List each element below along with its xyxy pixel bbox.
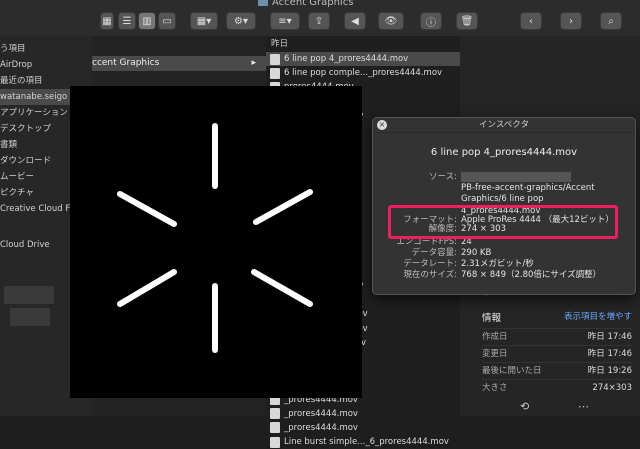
view-icons-button[interactable]: ▦ bbox=[100, 12, 114, 30]
share-icon: ⇪ bbox=[314, 15, 324, 27]
info-icon: ⓘ bbox=[426, 17, 436, 29]
inspector-titlebar: × インスペクタ bbox=[373, 118, 635, 133]
blurred-area bbox=[4, 286, 54, 304]
info-button[interactable]: ⓘ bbox=[420, 12, 442, 30]
trash-button[interactable]: 🗑 bbox=[456, 12, 478, 30]
file-name: _prores4444.mov bbox=[284, 408, 358, 419]
eye-icon: 👁 bbox=[384, 15, 398, 27]
sidebar-item-airdrop[interactable]: AirDrop bbox=[0, 57, 92, 73]
rotate-icon[interactable]: ⟲ bbox=[520, 400, 529, 413]
datarate-label: データレート: bbox=[403, 259, 457, 269]
forward-button[interactable]: › bbox=[560, 12, 582, 30]
tag-icon: ◀ bbox=[351, 15, 359, 27]
gear-icon: ⚙▾ bbox=[234, 15, 248, 27]
show-more-link[interactable]: 表示項目を増やす bbox=[564, 310, 632, 322]
file-name: _prores4444.mov bbox=[284, 422, 358, 433]
source-label: ソース: bbox=[429, 172, 457, 182]
movie-file-icon bbox=[270, 436, 280, 448]
current-size-label: 現在のサイズ: bbox=[403, 270, 457, 280]
blurred-area bbox=[461, 172, 571, 182]
info-row: 大きさ 274×303 bbox=[482, 379, 632, 397]
view-list-button[interactable]: ☰ bbox=[118, 12, 136, 30]
trash-icon: 🗑 bbox=[460, 15, 474, 27]
file-name: 6 line pop comple..._prores4444.mov bbox=[284, 68, 443, 79]
arrange-button[interactable]: ≡▾ bbox=[270, 12, 300, 30]
back-button[interactable]: ‹ bbox=[520, 12, 542, 30]
blurred-area bbox=[10, 308, 50, 326]
file-row[interactable]: _prores4444.mov bbox=[266, 407, 460, 421]
folder-icon bbox=[258, 0, 268, 6]
movie-file-icon bbox=[270, 422, 280, 434]
file-row[interactable]: 6 line pop comple..._prores4444.mov bbox=[266, 66, 460, 80]
file-name: Line burst simple..._6_prores4444.mov bbox=[284, 437, 449, 448]
window-title: Accent Graphics bbox=[258, 0, 353, 8]
datasize-label: データ容量: bbox=[411, 248, 457, 258]
quicklook-button[interactable]: 👁 bbox=[378, 12, 404, 30]
info-row: 作成日 昨日 17:46 bbox=[482, 328, 632, 346]
column-header: 昨日 bbox=[271, 39, 289, 49]
movie-file-icon bbox=[270, 408, 280, 420]
info-row: 変更日 昨日 17:46 bbox=[482, 345, 632, 363]
format-highlight-box bbox=[388, 205, 618, 239]
burst-graphic bbox=[117, 123, 313, 353]
file-row[interactable]: Line burst simple..._6_prores4444.mov bbox=[266, 435, 460, 449]
datasize-value: 290 KB bbox=[461, 248, 492, 258]
folder-row-selected[interactable]: ccent Graphics ▸ bbox=[92, 56, 266, 71]
more-icon[interactable]: ⋯ bbox=[578, 400, 589, 413]
chevron-right-icon: ▸ bbox=[251, 58, 256, 68]
close-icon[interactable]: × bbox=[377, 120, 387, 130]
video-preview bbox=[70, 86, 362, 398]
tag-button[interactable]: ◀ bbox=[344, 12, 366, 30]
bottom-actions: ⟲ ⋯ bbox=[460, 398, 640, 416]
group-button[interactable]: ▦▾ bbox=[190, 12, 218, 30]
inspector-filename: 6 line pop 4_prores4444.mov bbox=[430, 147, 578, 158]
datarate-value: 2.31メガビット/秒 bbox=[461, 259, 534, 269]
share-button[interactable]: ⇪ bbox=[308, 12, 330, 30]
toolbar: Accent Graphics ▦ ☰ ▥ ▭ ▦▾ ⚙▾ ≡▾ ⇪ ◀ 👁 ⓘ… bbox=[0, 0, 640, 37]
file-name: 6 line pop 4_prores4444.mov bbox=[284, 54, 409, 64]
info-row: 最後に開いた日 昨日 19:26 bbox=[482, 362, 632, 380]
file-row[interactable]: _prores4444.mov bbox=[266, 421, 460, 435]
current-size-value: 768 × 849（2.80倍にサイズ調整） bbox=[461, 270, 602, 280]
movie-file-icon bbox=[270, 53, 280, 65]
search-button[interactable]: ⌕ bbox=[600, 12, 622, 30]
file-row[interactable]: 6 line pop 4_prores4444.mov bbox=[266, 52, 460, 67]
movie-file-icon bbox=[270, 67, 280, 79]
source-value: PB-free-accent-graphics/Accent Graphics/… bbox=[461, 183, 595, 204]
view-columns-button[interactable]: ▥ bbox=[138, 12, 156, 30]
search-icon: ⌕ bbox=[608, 15, 614, 27]
view-gallery-button[interactable]: ▭ bbox=[158, 12, 176, 30]
info-header: 情報 bbox=[482, 313, 502, 324]
sidebar-item-favorites[interactable]: う項目 bbox=[0, 41, 92, 57]
action-gear-button[interactable]: ⚙▾ bbox=[226, 12, 256, 30]
